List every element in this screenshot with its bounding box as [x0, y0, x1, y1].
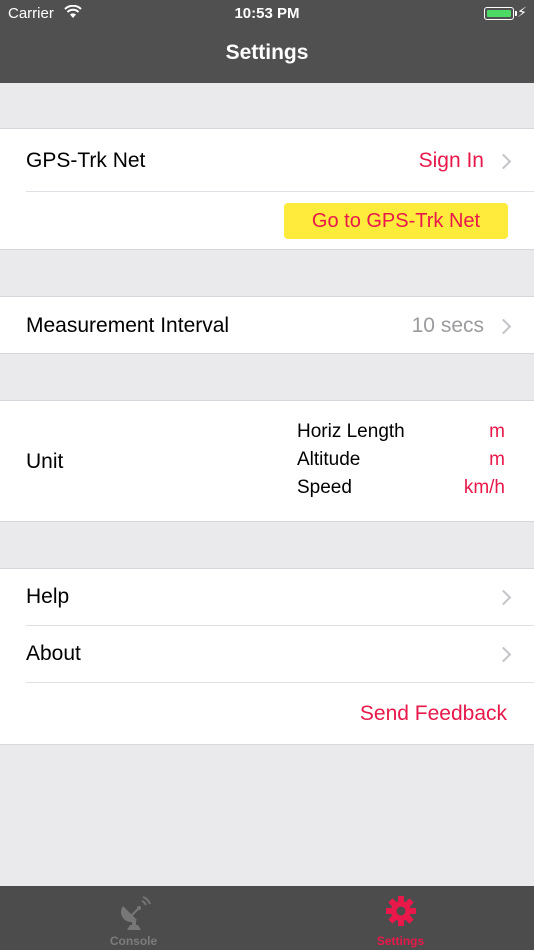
unit-table: Horiz Length m Altitude m Speed km/h: [297, 421, 507, 505]
tab-bar: Console Settings: [0, 886, 534, 950]
sign-in-link[interactable]: Sign In: [419, 149, 484, 173]
about-label: About: [26, 642, 81, 665]
chevron-right-icon: [495, 646, 512, 663]
unit-item-value: km/h: [463, 477, 505, 498]
feedback-row: Send Feedback: [0, 683, 534, 745]
status-time: 10:53 PM: [234, 5, 300, 22]
unit-row[interactable]: Unit Horiz Length m Altitude m Speed km/…: [0, 401, 534, 521]
tab-settings-label: Settings: [376, 934, 425, 948]
unit-item-value: m: [489, 449, 505, 470]
unit-item-name: Horiz Length: [297, 421, 405, 442]
chevron-right-icon: [495, 318, 512, 335]
measurement-interval-label: Measurement Interval: [26, 314, 230, 337]
unit-section: Unit Horiz Length m Altitude m Speed km/…: [0, 400, 534, 522]
unit-item-horiz-length: Horiz Length m: [297, 421, 507, 449]
measurement-interval-value: 10 secs: [411, 314, 484, 337]
help-label: Help: [26, 585, 70, 608]
status-bar: Carrier 10:53 PM ⚡: [0, 0, 534, 28]
account-section: GPS-Trk Net Sign In Go to GPS-Trk Net: [0, 128, 534, 250]
gps-trk-net-label: GPS-Trk Net: [26, 149, 146, 172]
tab-console-label: Console: [109, 934, 158, 948]
unit-item-name: Speed: [297, 477, 352, 498]
navigation-bar: Carrier 10:53 PM ⚡ Settings: [0, 0, 534, 83]
gear-icon: [385, 896, 416, 926]
battery-icon: [484, 7, 517, 20]
unit-item-speed: Speed km/h: [297, 477, 507, 505]
send-feedback-button[interactable]: Send Feedback: [360, 702, 507, 726]
unit-item-altitude: Altitude m: [297, 449, 507, 477]
divider: [26, 191, 534, 192]
tab-console[interactable]: Console: [0, 886, 267, 950]
unit-label: Unit: [26, 450, 64, 473]
misc-section: Help About Send Feedback: [0, 568, 534, 745]
satellite-dish-icon: [120, 896, 151, 930]
measurement-section: Measurement Interval 10 secs: [0, 296, 534, 354]
page-title: Settings: [225, 41, 309, 64]
unit-item-name: Altitude: [297, 449, 361, 470]
gps-trk-net-row[interactable]: GPS-Trk Net Sign In: [0, 129, 534, 191]
go-to-gps-trk-net-button[interactable]: Go to GPS-Trk Net: [284, 203, 508, 239]
about-row[interactable]: About: [0, 626, 534, 682]
unit-item-value: m: [489, 421, 505, 442]
charging-icon: ⚡: [517, 4, 527, 20]
chevron-right-icon: [495, 589, 512, 606]
tab-settings[interactable]: Settings: [267, 886, 534, 950]
chevron-right-icon: [495, 153, 512, 170]
help-row[interactable]: Help: [0, 569, 534, 625]
measurement-interval-row[interactable]: Measurement Interval 10 secs: [0, 297, 534, 353]
